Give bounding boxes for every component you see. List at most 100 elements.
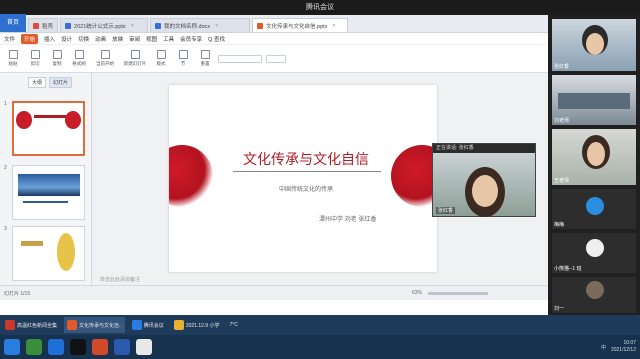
weather[interactable]: 7°C xyxy=(226,317,240,333)
zoom-slider[interactable] xyxy=(428,291,488,295)
new-slide-button[interactable]: 新建幻灯片 xyxy=(122,47,148,71)
participant-video[interactable]: 张红香 xyxy=(552,19,636,71)
word-icon[interactable] xyxy=(114,339,130,355)
slide-thumbnail-1[interactable] xyxy=(12,101,85,156)
font-size-select[interactable] xyxy=(266,54,286,63)
reset-icon xyxy=(200,50,210,59)
tab-doc-2[interactable]: 我的文档名称.docx × xyxy=(150,18,251,32)
wps-icon xyxy=(67,320,78,330)
slide-icon xyxy=(130,50,140,59)
participant-name: 小熊猫--1 班 xyxy=(554,266,582,272)
photo-icon[interactable] xyxy=(136,339,152,355)
close-icon[interactable]: × xyxy=(131,23,134,29)
ink-decoration xyxy=(65,111,81,129)
participant-tile[interactable]: 小熊猫--1 班 xyxy=(552,233,636,273)
avatar xyxy=(586,239,604,257)
ppt-icon xyxy=(65,22,72,29)
divider xyxy=(233,171,381,172)
slide-number: 1 xyxy=(4,101,7,107)
notes-area[interactable]: 单击此处添加备注 xyxy=(0,276,548,285)
paste-button[interactable]: 粘贴 xyxy=(4,47,22,71)
taskbar-item[interactable]: 文化传承与文化自.. xyxy=(64,317,125,333)
play-icon xyxy=(100,50,110,59)
status-bar: 幻灯片 1/15 63% xyxy=(0,285,548,300)
copy-button[interactable]: 复制 xyxy=(48,47,66,71)
section-button[interactable]: 节 xyxy=(174,47,192,71)
slide-thumbnail-2[interactable] xyxy=(12,165,85,220)
ink-decoration-left xyxy=(169,145,213,207)
participant-tile[interactable]: 刘一 xyxy=(552,277,636,313)
ppt-icon[interactable] xyxy=(92,339,108,355)
slide-number: 3 xyxy=(4,226,7,232)
slide-title[interactable]: 文化传承与文化自信 xyxy=(231,149,381,169)
menu-bar: 文件 开始 插入 设计 切换 动画 放映 审阅 视图 工具 会员专享 Q 查找 xyxy=(0,33,548,45)
avatar xyxy=(586,197,604,215)
slide-subtitle[interactable]: 中国传统文化的传承 xyxy=(231,184,381,193)
menu-slideshow[interactable]: 放映 xyxy=(112,35,123,43)
menu-home[interactable]: 开始 xyxy=(21,33,39,44)
taskbar-item[interactable]: 2021.12.9 小学 xyxy=(171,317,223,333)
ppt-icon xyxy=(257,22,264,29)
menu-transition[interactable]: 切换 xyxy=(78,35,89,43)
ink-decoration-right xyxy=(391,145,437,207)
tab-outline[interactable]: 大纲 xyxy=(28,77,47,88)
ribbon: 粘贴 剪切 复制 格式刷 当前开始 新建幻灯片 版式 节 重置 xyxy=(0,45,548,73)
cut-icon xyxy=(30,50,40,59)
taskbar: 中 10:07 2021/12/12 xyxy=(0,335,640,359)
slide-counter: 幻灯片 1/15 xyxy=(4,290,31,297)
menu-design[interactable]: 设计 xyxy=(61,35,72,43)
participant-tile[interactable]: 梅梅 xyxy=(552,189,636,229)
menu-view[interactable]: 视图 xyxy=(146,35,157,43)
close-icon[interactable]: × xyxy=(215,23,218,29)
taskbar-item[interactable]: 腾讯会议 xyxy=(129,317,167,333)
participant-name: 刘老师 xyxy=(554,118,570,124)
close-icon[interactable]: × xyxy=(332,23,335,29)
slide-number: 2 xyxy=(4,165,7,171)
menu-file[interactable]: 文件 xyxy=(4,35,15,43)
document-tabs: 首页 稻壳 2021统计公式示.pptx × 我的文档名称.docx × 文化传承与… xyxy=(0,14,548,33)
browser-icon[interactable] xyxy=(26,339,42,355)
tab-slides[interactable]: 幻灯片 xyxy=(49,77,73,88)
folder-icon xyxy=(173,320,184,330)
person-face xyxy=(586,33,604,55)
current-slide[interactable]: 文化传承与文化自信 中国传统文化的传承 潭州中学 刘老 张红香 xyxy=(169,85,437,272)
format-painter-button[interactable]: 格式刷 xyxy=(70,47,88,71)
docer-icon xyxy=(33,22,39,29)
menu-tools[interactable]: 工具 xyxy=(163,35,174,43)
start-icon[interactable] xyxy=(4,339,20,355)
play-from-current-button[interactable]: 当前开始 xyxy=(92,47,118,71)
city-image xyxy=(18,174,80,196)
font-name-select[interactable] xyxy=(218,54,262,63)
menu-animation[interactable]: 动画 xyxy=(95,35,106,43)
menu-review[interactable]: 审阅 xyxy=(129,35,140,43)
clock[interactable]: 10:07 2021/12/12 xyxy=(611,340,636,354)
slide-author[interactable]: 潭州中学 刘老 张红香 xyxy=(319,214,429,223)
participant-video[interactable]: 刘老师 xyxy=(552,75,636,125)
menu-insert[interactable]: 插入 xyxy=(44,35,55,43)
medal-image xyxy=(57,233,75,271)
app-icon xyxy=(5,320,15,330)
slide-thumbnail-3[interactable] xyxy=(12,226,85,281)
tab-doc-active[interactable]: 文化传承与文化自信.pptx × xyxy=(252,18,349,32)
taskbar-item[interactable]: 高温红色新闻全集 xyxy=(2,317,60,333)
participant-name: 王老师 xyxy=(554,178,570,184)
tab-doc-1[interactable]: 2021统计公式示.pptx × xyxy=(60,18,149,32)
reset-button[interactable]: 重置 xyxy=(196,47,214,71)
menu-member[interactable]: 会员专享 xyxy=(180,35,202,43)
cut-button[interactable]: 剪切 xyxy=(26,47,44,71)
speaker-video-window[interactable]: 正在讲话: 张红香 张红香 xyxy=(432,143,536,217)
qq-icon[interactable] xyxy=(70,339,86,355)
thumb-text xyxy=(23,201,68,203)
tab-home[interactable]: 首页 xyxy=(0,14,26,32)
classroom-image xyxy=(558,93,630,109)
participant-video[interactable]: 王老师 xyxy=(552,129,636,185)
layout-button[interactable]: 版式 xyxy=(152,47,170,71)
taskbar-windows: 高温红色新闻全集 文化传承与文化自.. 腾讯会议 2021.12.9 小学 7°… xyxy=(0,315,640,335)
ime-indicator[interactable]: 中 xyxy=(601,344,606,351)
speaker-header: 正在讲话: 张红香 xyxy=(433,144,535,153)
ie-icon[interactable] xyxy=(48,339,64,355)
tab-docer[interactable]: 稻壳 xyxy=(28,18,59,32)
zoom-level[interactable]: 63% xyxy=(412,290,422,296)
menu-search[interactable]: Q 查找 xyxy=(208,35,225,43)
thumb-title xyxy=(34,115,66,118)
